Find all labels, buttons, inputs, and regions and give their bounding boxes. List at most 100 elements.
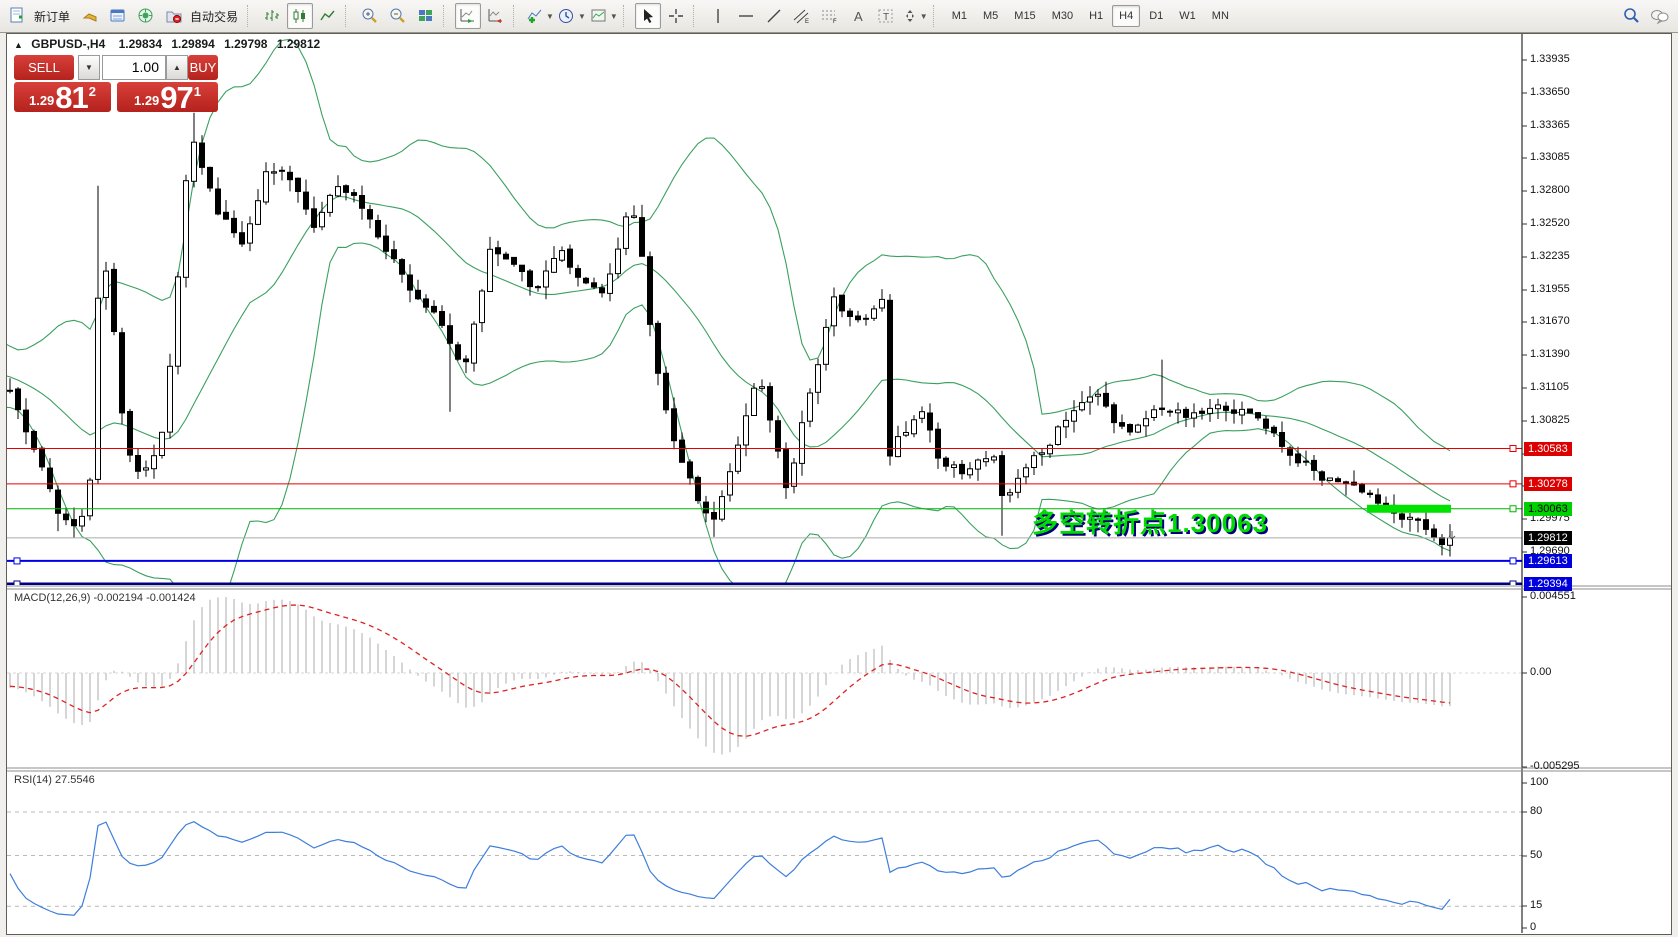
- candle-body: [360, 196, 365, 209]
- volume-increase-button[interactable]: ▲: [166, 55, 188, 80]
- navigator-button[interactable]: [133, 3, 159, 29]
- candle-body: [848, 311, 853, 316]
- chat-button[interactable]: [1647, 3, 1673, 29]
- search-button[interactable]: [1619, 3, 1645, 29]
- auto-scroll-button[interactable]: [455, 3, 481, 29]
- crosshair-tool-button[interactable]: [663, 3, 689, 29]
- candle-body: [1336, 479, 1341, 482]
- timeframe-h4[interactable]: H4: [1112, 5, 1140, 27]
- candle-body: [856, 316, 861, 320]
- collapse-arrow-icon[interactable]: ▲: [14, 40, 23, 50]
- candle-body: [424, 299, 429, 307]
- candle-body: [496, 248, 501, 254]
- chart-annotation-text[interactable]: 多空转折点1.30063: [1032, 503, 1268, 540]
- candle-body: [680, 440, 685, 462]
- timeframe-d1[interactable]: D1: [1142, 5, 1170, 27]
- candle-body: [896, 437, 901, 457]
- rsi-panel[interactable]: [7, 812, 1522, 915]
- trendline-tool[interactable]: [761, 3, 787, 29]
- candle-body: [760, 387, 765, 389]
- candle-body: [504, 254, 509, 259]
- candle-body: [1064, 420, 1069, 426]
- chart-shift-button[interactable]: [483, 3, 509, 29]
- candle-body: [984, 459, 989, 462]
- candle-body: [1368, 493, 1373, 494]
- zoom-out-button[interactable]: [385, 3, 411, 29]
- volume-input[interactable]: 1.00: [102, 55, 166, 80]
- pivot-highlight-segment[interactable]: [1367, 505, 1451, 513]
- toolbar-separator: [623, 5, 631, 27]
- autotrading-button[interactable]: [161, 3, 187, 29]
- svg-text:A: A: [854, 9, 863, 24]
- market-watch-button[interactable]: [105, 3, 131, 29]
- timeframe-m1[interactable]: M1: [945, 5, 974, 27]
- line-handle[interactable]: [1510, 506, 1516, 512]
- chart-canvas[interactable]: [0, 0, 1678, 937]
- line-handle[interactable]: [1510, 446, 1516, 452]
- zoom-in-button[interactable]: [357, 3, 383, 29]
- text-tool[interactable]: A: [845, 3, 871, 29]
- candle-body: [1168, 411, 1173, 412]
- macd-panel[interactable]: [7, 597, 1522, 755]
- candle-body: [552, 259, 557, 273]
- new-order-button[interactable]: [5, 3, 31, 29]
- vertical-line-tool[interactable]: [705, 3, 731, 29]
- label-tool[interactable]: T: [873, 3, 899, 29]
- candle-body: [992, 457, 997, 460]
- buy-button[interactable]: BUY: [188, 55, 218, 80]
- tile-windows-button[interactable]: [413, 3, 439, 29]
- candlestick-chart-button[interactable]: [287, 3, 313, 29]
- mt4-terminal: { "toolbar": { "new_order_label": "新订单",…: [0, 0, 1678, 937]
- timeframe-w1[interactable]: W1: [1172, 5, 1203, 27]
- candle-body: [48, 468, 53, 489]
- candle-body: [384, 236, 389, 251]
- candle-body: [408, 275, 413, 290]
- line-handle[interactable]: [1510, 558, 1516, 564]
- autotrading-icon: [165, 7, 183, 25]
- new-order-label[interactable]: 新订单: [34, 8, 70, 25]
- fibonacci-tool[interactable]: F: [817, 3, 843, 29]
- bar-chart-button[interactable]: [259, 3, 285, 29]
- arrows-tool[interactable]: ▼: [901, 3, 929, 29]
- crosshair-icon: [668, 8, 684, 24]
- sell-price-small: 1.29: [29, 93, 54, 108]
- candle-body: [176, 277, 181, 366]
- toolbar-separator: [247, 5, 255, 27]
- candle-body: [968, 469, 973, 475]
- cursor-tool-button[interactable]: [635, 3, 661, 29]
- chart-profile-button[interactable]: [77, 3, 103, 29]
- candle-body: [1000, 456, 1005, 496]
- timeframe-m15[interactable]: M15: [1007, 5, 1042, 27]
- horizontal-line-icon: [738, 8, 754, 24]
- sell-button[interactable]: SELL: [14, 55, 74, 80]
- sell-price-panel[interactable]: 1.29 81 2: [14, 82, 111, 112]
- candle-body: [512, 257, 517, 264]
- candle-body: [520, 265, 525, 271]
- horizontal-line-tool[interactable]: [733, 3, 759, 29]
- timeframe-m30[interactable]: M30: [1045, 5, 1080, 27]
- candle-body: [904, 433, 909, 436]
- line-handle[interactable]: [1510, 481, 1516, 487]
- buy-price-panel[interactable]: 1.29 97 1: [117, 82, 218, 112]
- templates-button[interactable]: ▼: [589, 3, 619, 29]
- timeframe-mn[interactable]: MN: [1205, 5, 1236, 27]
- channel-tool[interactable]: E: [789, 3, 815, 29]
- candle-body: [328, 195, 333, 212]
- candle-body: [1120, 423, 1125, 427]
- indicators-button[interactable]: ▼: [525, 3, 555, 29]
- main-chart[interactable]: [2, 39, 1522, 634]
- line-chart-button[interactable]: [315, 3, 341, 29]
- candle-body: [1272, 427, 1277, 433]
- timeframe-m5[interactable]: M5: [976, 5, 1005, 27]
- periods-button[interactable]: ▼: [557, 3, 587, 29]
- line-handle[interactable]: [14, 558, 20, 564]
- volume-decrease-button[interactable]: ▼: [78, 55, 100, 80]
- autotrading-label[interactable]: 自动交易: [190, 8, 238, 25]
- candle-body: [296, 178, 301, 191]
- trendline-icon: [766, 8, 782, 24]
- candle-body: [304, 192, 309, 209]
- timeframe-h1[interactable]: H1: [1082, 5, 1110, 27]
- candlestick-chart-icon: [291, 7, 309, 25]
- candle-body: [1360, 484, 1365, 492]
- candle-body: [1208, 408, 1213, 413]
